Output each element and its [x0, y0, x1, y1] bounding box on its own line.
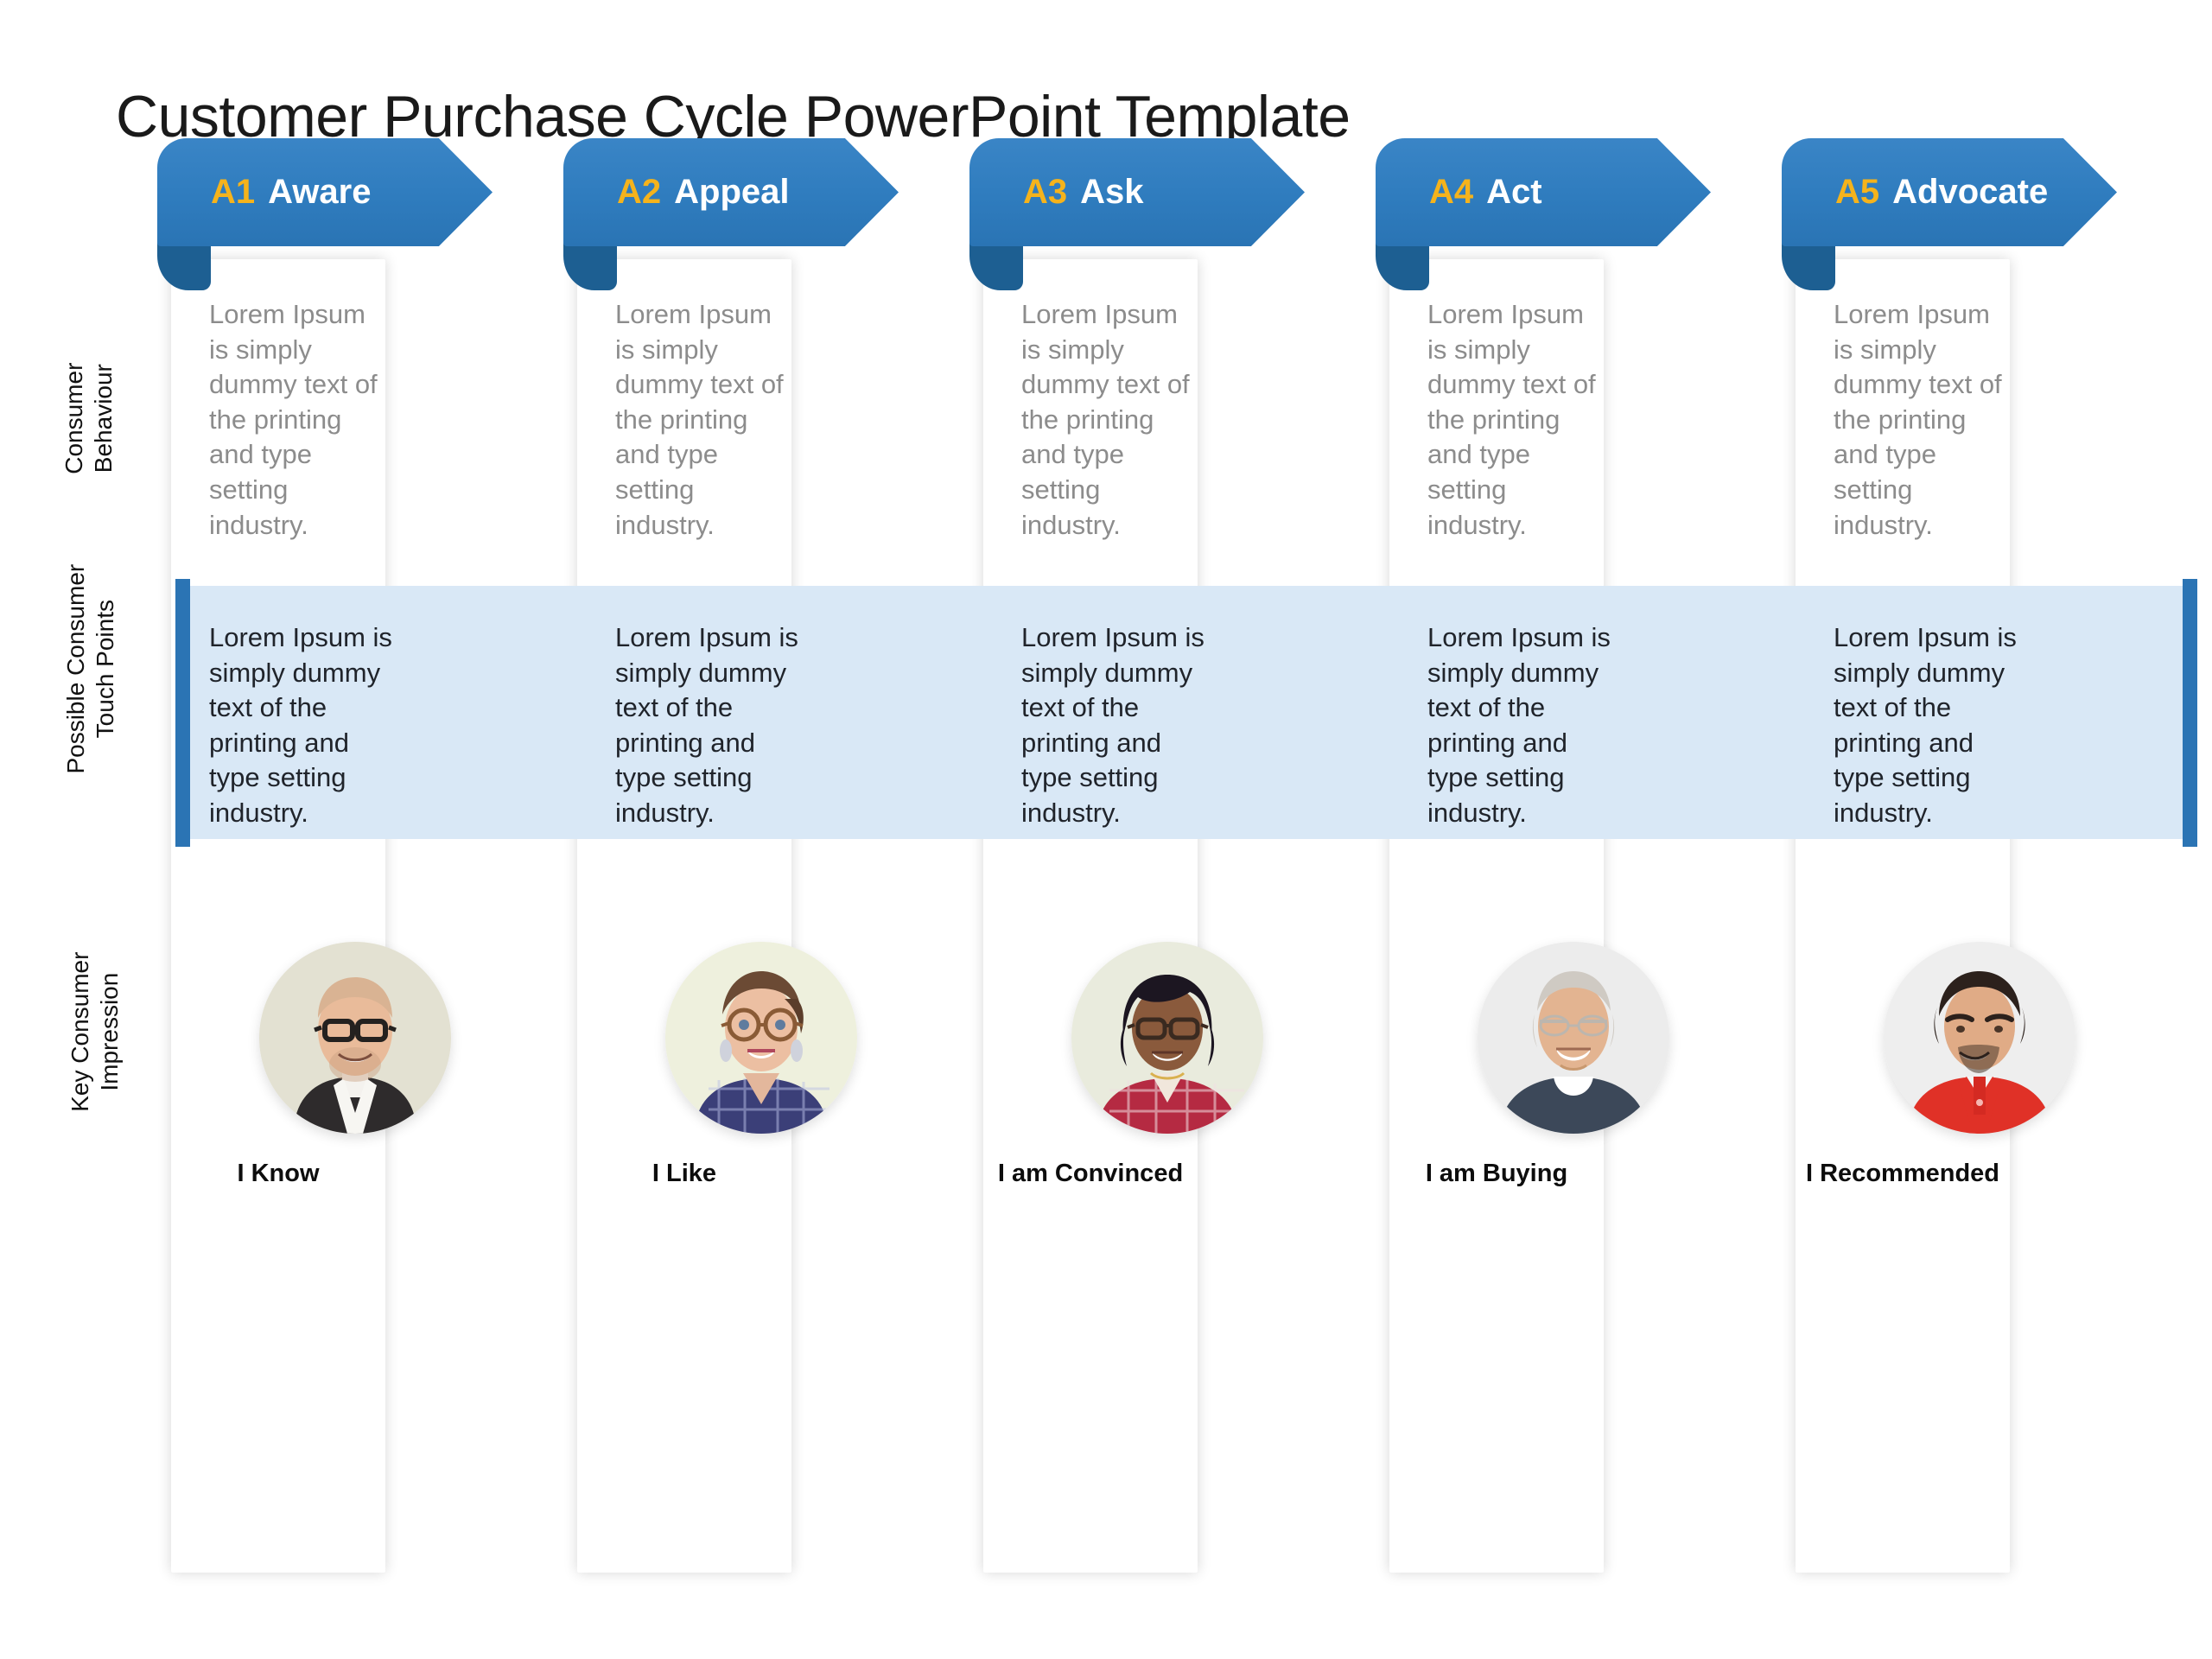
- banner-label: Ask: [1080, 173, 1144, 211]
- banner-code: A3: [1023, 173, 1068, 211]
- avatar-aware: [259, 942, 451, 1134]
- row-label-possible-consumer-touch-points: Possible Consumer Touch Points: [61, 563, 118, 774]
- band-left-edge: [175, 579, 190, 847]
- touch-points-text: Lorem Ipsum is simply dummy text of the …: [1427, 622, 1611, 829]
- impression-label: I Know: [237, 1160, 320, 1187]
- stage-banner-a5[interactable]: A5 Advocate: [1782, 138, 2117, 290]
- banner-label: Appeal: [674, 173, 790, 211]
- banner-code: A2: [617, 173, 662, 211]
- consumer-behaviour-text: Lorem Ipsum is simply dummy text of the …: [1834, 299, 2002, 540]
- impression-label: I am Buying: [1425, 1160, 1568, 1187]
- stage-banner-a2[interactable]: A2 Appeal: [563, 138, 899, 290]
- banner-text: A5 Advocate: [1782, 138, 2117, 246]
- touch-points-text: Lorem Ipsum is simply dummy text of the …: [1021, 622, 1205, 829]
- row-label-consumer-behaviour: Consumer Behaviour: [60, 362, 117, 474]
- banner-code: A1: [211, 173, 256, 211]
- banner-text: A4 Act: [1376, 138, 1711, 246]
- banner-text: A3 Ask: [969, 138, 1305, 246]
- impression-label: I am Convinced: [997, 1160, 1184, 1187]
- avatar-appeal: [665, 942, 857, 1134]
- banner-label: Advocate: [1892, 173, 2049, 211]
- touch-points-text: Lorem Ipsum is simply dummy text of the …: [615, 622, 798, 829]
- touch-points-text: Lorem Ipsum is simply dummy text of the …: [209, 622, 392, 829]
- banner-text: A2 Appeal: [563, 138, 899, 246]
- banner-text: A1 Aware: [157, 138, 493, 246]
- stage-board: Consumer Behaviour Possible Consumer Tou…: [0, 138, 2212, 1607]
- banner-code: A5: [1835, 173, 1880, 211]
- impression-label: I Like: [652, 1160, 717, 1187]
- consumer-behaviour-text: Lorem Ipsum is simply dummy text of the …: [209, 299, 378, 540]
- row-label-key-consumer-impression: Key Consumer Impression: [66, 951, 123, 1112]
- stage-banner-a1[interactable]: A1 Aware: [157, 138, 493, 290]
- consumer-behaviour-text: Lorem Ipsum is simply dummy text of the …: [615, 299, 784, 540]
- banner-code: A4: [1429, 173, 1474, 211]
- impression-label: I Recommended: [1806, 1160, 1999, 1187]
- consumer-behaviour-text: Lorem Ipsum is simply dummy text of the …: [1021, 299, 1190, 540]
- stage-banner-a3[interactable]: A3 Ask: [969, 138, 1305, 290]
- avatar-ask: [1071, 942, 1263, 1134]
- avatar-advocate: [1884, 942, 2075, 1134]
- banner-label: Act: [1486, 173, 1542, 211]
- stage-banner-a4[interactable]: A4 Act: [1376, 138, 1711, 290]
- band-right-edge: [2183, 579, 2197, 847]
- avatar-act: [1478, 942, 1669, 1134]
- touch-points-text: Lorem Ipsum is simply dummy text of the …: [1834, 622, 2017, 829]
- banner-label: Aware: [268, 173, 372, 211]
- consumer-behaviour-text: Lorem Ipsum is simply dummy text of the …: [1427, 299, 1596, 540]
